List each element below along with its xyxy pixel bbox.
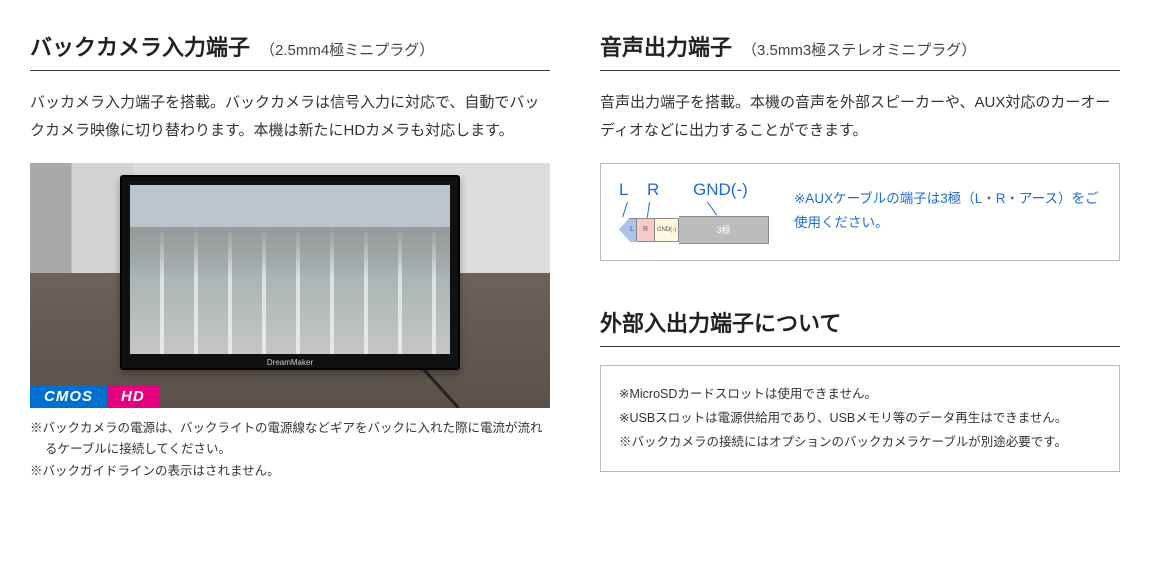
aux-plug-diagram: L R GND(-) L R GND(-) 3極 ※AUXケーブルの端子は3極（…: [600, 163, 1120, 261]
note-item: ※バックカメラの電源は、バックライトの電源線などギアをバックに入れた際に電流が流…: [30, 418, 550, 462]
plug-label-l: L: [619, 180, 641, 200]
title-main: バックカメラ入力端子: [30, 30, 250, 62]
section-title-back-camera: バックカメラ入力端子 （2.5mm4極ミニプラグ）: [30, 30, 550, 71]
section-title-external-io: 外部入出力端子について: [600, 306, 1120, 347]
back-camera-notes: ※バックカメラの電源は、バックライトの電源線などギアをバックに入れた際に電流が流…: [30, 418, 550, 484]
back-camera-section: バックカメラ入力端子 （2.5mm4極ミニプラグ） バッカメラ入力端子を搭載。バ…: [30, 30, 550, 483]
note-item: ※USBスロットは電源供給用であり、USBメモリ等のデータ再生はできません。: [619, 406, 1101, 430]
note-item: ※バックガイドラインの表示はされません。: [30, 461, 550, 483]
plug-indicator-lines: [619, 202, 769, 218]
monitor-device: DreamMaker: [120, 175, 460, 370]
audio-out-body: 音声出力端子を搭載。本機の音声を外部スピーカーや、AUX対応のカーオーディオなど…: [600, 89, 1120, 145]
plug-body-icon: L R GND(-) 3極: [619, 218, 769, 242]
plug-illustration: L R GND(-) L R GND(-) 3極: [619, 180, 769, 242]
plug-label-r: R: [647, 180, 667, 200]
badge-hd: HD: [107, 385, 159, 408]
plug-ring2: GND(-): [655, 218, 679, 242]
badge-cmos: CMOS: [30, 385, 107, 408]
plug-sleeve: 3極: [679, 216, 769, 244]
right-column: 音声出力端子 （3.5mm3極ステレオミニプラグ） 音声出力端子を搭載。本機の音…: [600, 30, 1120, 483]
note-item: ※バックカメラの接続にはオプションのバックカメラケーブルが別途必要です。: [619, 430, 1101, 454]
title-sub: （2.5mm4極ミニプラグ）: [260, 39, 434, 60]
back-camera-body: バッカメラ入力端子を搭載。バックカメラは信号入力に対応で、自動でバックカメラ映像…: [30, 89, 550, 145]
monitor-brand-label: DreamMaker: [122, 358, 458, 367]
photo-wrap: DreamMaker CMOS HD: [30, 163, 550, 408]
badges: CMOS HD: [30, 385, 159, 408]
title-main: 外部入出力端子について: [600, 306, 841, 338]
plug-top-labels: L R GND(-): [619, 180, 769, 200]
note-item: ※MicroSDカードスロットは使用できません。: [619, 382, 1101, 406]
external-io-info-box: ※MicroSDカードスロットは使用できません。 ※USBスロットは電源供給用で…: [600, 365, 1120, 472]
title-sub: （3.5mm3極ステレオミニプラグ）: [742, 39, 976, 60]
dashboard-photo: DreamMaker: [30, 163, 550, 408]
monitor-screen: [130, 185, 450, 354]
plug-label-gnd: GND(-): [693, 180, 748, 200]
plug-tip: L: [619, 218, 637, 242]
title-main: 音声出力端子: [600, 30, 732, 62]
plug-ring1: R: [637, 218, 655, 242]
aux-cable-note: ※AUXケーブルの端子は3極（L・R・アース）をご使用ください。: [794, 187, 1101, 234]
section-title-audio-out: 音声出力端子 （3.5mm3極ステレオミニプラグ）: [600, 30, 1120, 71]
